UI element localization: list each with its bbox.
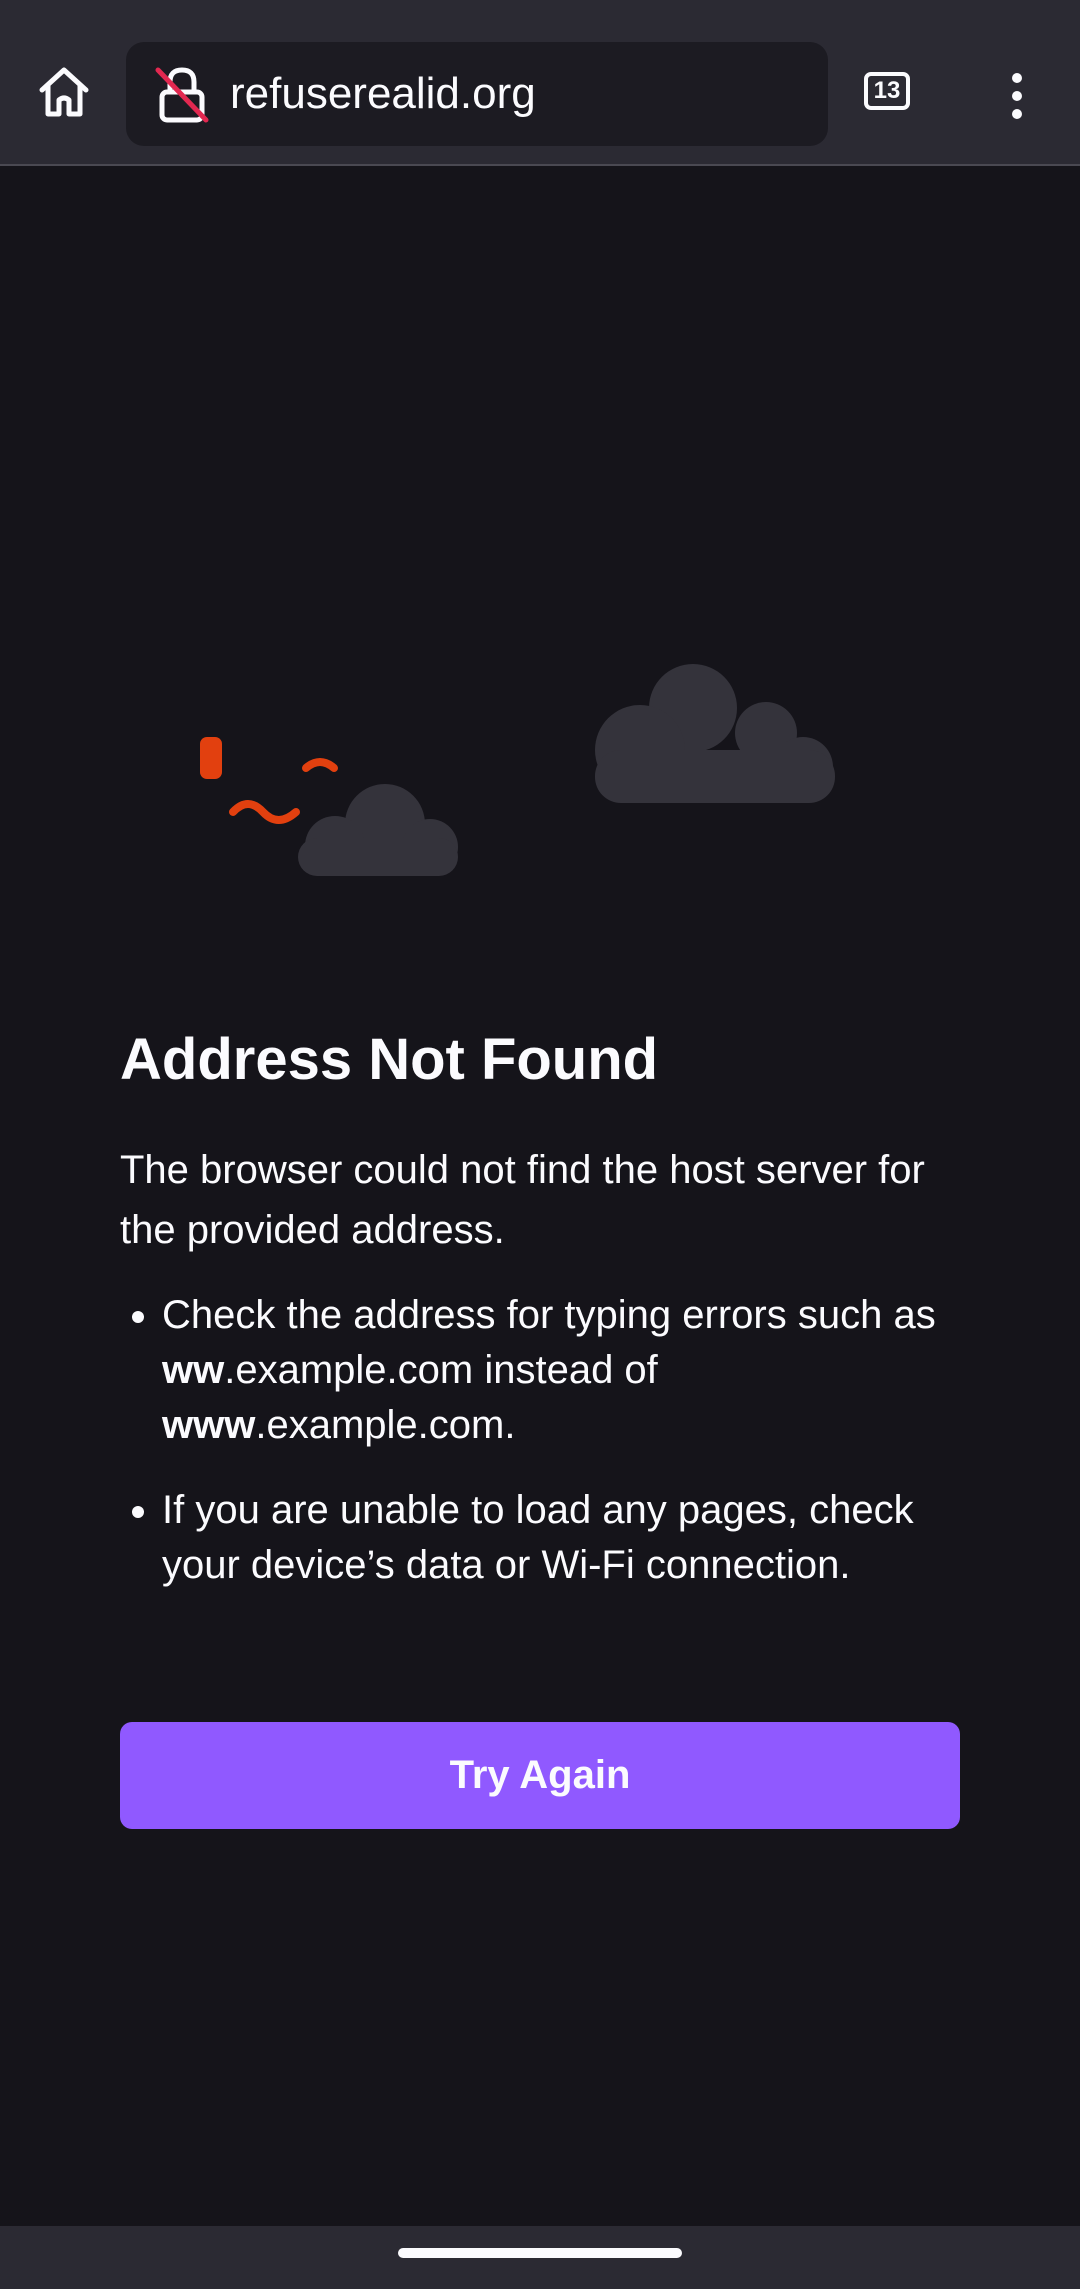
url-text: refuserealid.org [230,69,536,118]
home-icon [39,67,89,117]
tabs-button[interactable]: 13 [860,66,920,126]
tab-count: 13 [873,77,901,104]
try-again-button[interactable]: Try Again [120,1722,960,1829]
tip-item: Check the address for typing errors such… [162,1288,970,1453]
url-bar[interactable]: refuserealid.org [126,42,828,146]
menu-button[interactable] [990,66,1044,126]
gesture-handle[interactable] [398,2248,682,2258]
tabs-counter-icon: 13 [864,72,910,110]
system-nav-bar [0,2226,1080,2289]
dinosaur-icon [200,737,338,824]
large-cloud-icon [595,664,835,803]
error-content: Address Not Found The browser could not … [120,1020,970,1623]
tip-item: If you are unable to load any pages, che… [162,1483,970,1593]
page-title: Address Not Found [120,1027,659,1092]
tips-list: Check the address for typing errors such… [120,1288,970,1593]
browser-toolbar: refuserealid.org 13 [0,0,1080,166]
kebab-menu-icon [1012,73,1022,119]
home-button[interactable] [28,56,100,128]
small-cloud-icon [298,784,458,876]
insecure-lock-icon [155,67,209,123]
error-illustration [200,664,835,876]
error-description: The browser could not find the host serv… [120,1148,925,1252]
